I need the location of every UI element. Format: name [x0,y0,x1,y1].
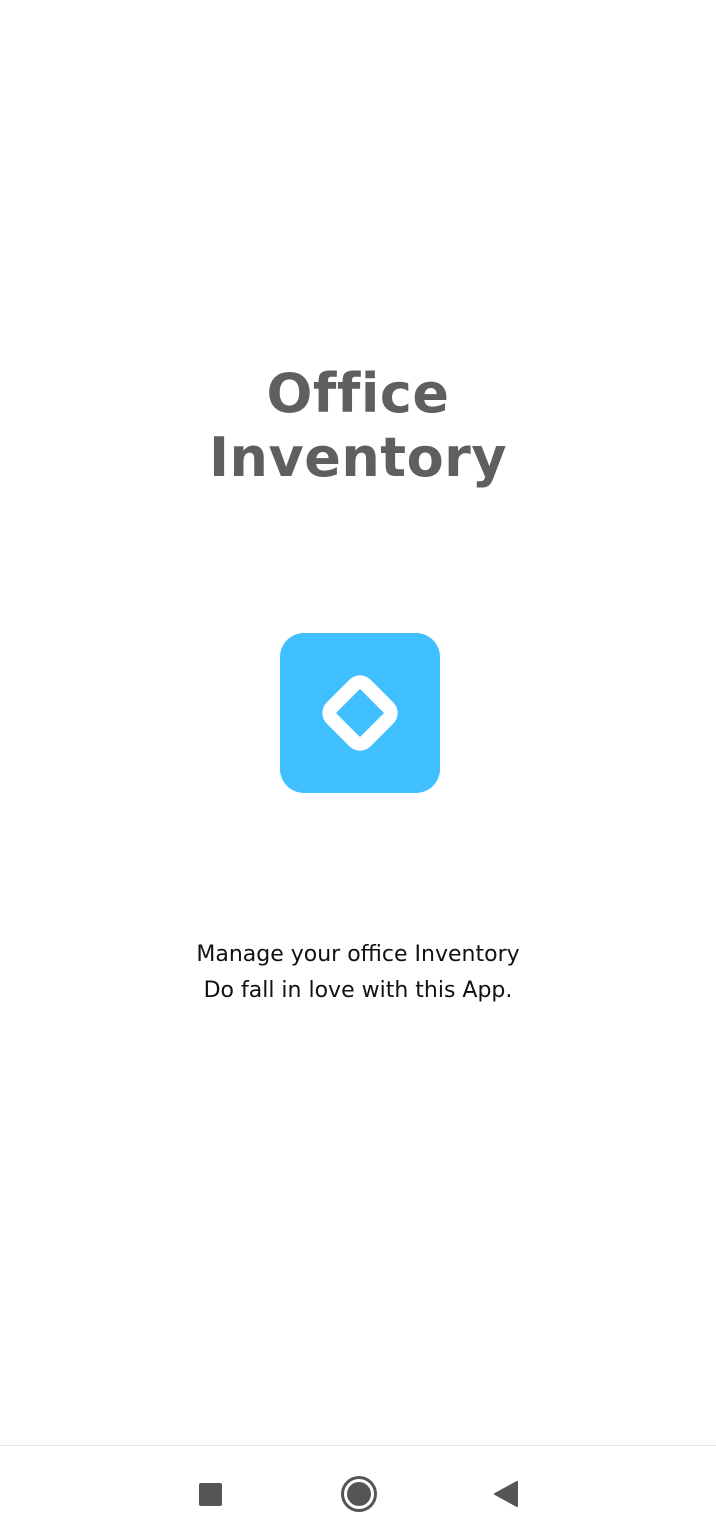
triangle-back-icon [494,1481,518,1507]
diamond-logo-icon [322,675,398,751]
system-navigation-bar [0,1445,716,1537]
tagline-line1: Manage your office Inventory [196,942,520,967]
home-button[interactable] [336,1471,382,1517]
app-logo [280,633,440,793]
tagline-line2: Do fall in love with this App. [203,978,513,1003]
recents-button[interactable] [187,1471,233,1517]
circle-home-icon [341,1476,377,1512]
back-button[interactable] [483,1471,529,1517]
splash-screen: Office Inventory Manage your office Inve… [0,0,716,1537]
app-title-line1: Office [266,362,450,425]
app-title-line2: Inventory [208,426,508,489]
tagline: Manage your office Inventory Do fall in … [0,937,716,1009]
square-recents-icon [198,1482,222,1506]
app-title: Office Inventory [0,362,716,490]
